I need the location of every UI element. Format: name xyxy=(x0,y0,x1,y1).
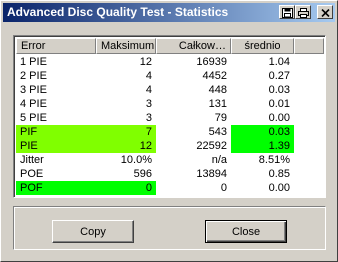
cell-average: 8.51% xyxy=(258,154,290,166)
cell-total: 22592 xyxy=(196,140,227,152)
column-header-error[interactable]: Error xyxy=(16,38,96,54)
cell-total: 4452 xyxy=(202,70,227,82)
column-header-total[interactable]: Całkow… xyxy=(156,38,231,54)
cell-total: 79 xyxy=(214,112,227,124)
cell-error: POF xyxy=(16,181,96,195)
table-row[interactable]: 4 PIE 3 131 0.01 xyxy=(16,97,324,111)
cell-maximum: 0 xyxy=(96,181,156,195)
cell-total: 16939 xyxy=(196,56,227,68)
close-icon xyxy=(320,8,330,17)
cell-total: 543 xyxy=(208,126,227,138)
cell-total: 448 xyxy=(208,84,227,96)
cell-maximum: 12 xyxy=(139,56,152,68)
table-row[interactable]: 1 PIE 12 16939 1.04 xyxy=(16,55,324,69)
close-dialog-button[interactable]: Close xyxy=(205,220,287,243)
cell-error: PIE xyxy=(16,139,96,153)
title-bar[interactable]: Advanced Disc Quality Test - Statistics xyxy=(3,3,335,22)
table-row[interactable]: POE 596 13894 0.85 xyxy=(16,167,324,181)
table-row[interactable]: PIE 12 22592 1.39 xyxy=(16,139,324,153)
cell-error: 5 PIE xyxy=(20,112,47,124)
cell-total: 0 xyxy=(220,182,227,194)
column-header-average[interactable]: średnio xyxy=(231,38,294,54)
table-body: 1 PIE 12 16939 1.04 2 PIE 4 4452 0.27 3 PIE 4 448 0… xyxy=(16,55,324,195)
save-icon-button[interactable] xyxy=(279,5,295,19)
cell-maximum: 4 xyxy=(145,70,152,82)
cell-maximum: 10.0% xyxy=(120,154,152,166)
cell-average: 0.85 xyxy=(268,168,290,180)
statistics-window: Advanced Disc Quality Test - Statistics … xyxy=(0,0,338,262)
cell-maximum: 596 xyxy=(133,168,152,180)
table-header: Error Maksimum Całkow… średnio xyxy=(16,38,324,54)
cell-error: Jitter xyxy=(20,154,44,166)
table-row[interactable]: POF 0 0 0.00 xyxy=(16,181,324,195)
cell-maximum: 3 xyxy=(145,98,152,110)
cell-error: 2 PIE xyxy=(20,70,47,82)
cell-maximum: 3 xyxy=(145,112,152,124)
table-row[interactable]: 5 PIE 3 79 0.00 xyxy=(16,111,324,125)
print-icon-button[interactable] xyxy=(295,5,311,19)
cell-average: 0.03 xyxy=(268,84,290,96)
cell-average: 1.39 xyxy=(231,139,294,153)
cell-total: 131 xyxy=(208,98,227,110)
table-row[interactable]: 2 PIE 4 4452 0.27 xyxy=(16,69,324,83)
cell-maximum: 7 xyxy=(96,125,156,139)
cell-average: 0.00 xyxy=(268,112,290,124)
cell-average: 0.27 xyxy=(268,70,290,82)
cell-error: PIF xyxy=(16,125,96,139)
cell-total: n/a xyxy=(211,154,227,166)
statistics-table: Error Maksimum Całkow… średnio 1 PIE 12 16… xyxy=(13,35,326,198)
floppy-disk-icon xyxy=(281,7,293,18)
window-title: Advanced Disc Quality Test - Statistics xyxy=(7,5,229,19)
column-header-maximum[interactable]: Maksimum xyxy=(96,38,156,54)
cell-error: 4 PIE xyxy=(20,98,47,110)
cell-maximum: 4 xyxy=(145,84,152,96)
cell-average: 1.04 xyxy=(268,56,290,68)
cell-maximum: 12 xyxy=(96,139,156,153)
column-header-filler xyxy=(294,38,324,54)
copy-button[interactable]: Copy xyxy=(52,220,134,243)
cell-average: 0.01 xyxy=(268,98,290,110)
cell-average: 0.03 xyxy=(231,125,294,139)
cell-error: 1 PIE xyxy=(20,56,47,68)
table-row[interactable]: PIF 7 543 0.03 xyxy=(16,125,324,139)
table-row[interactable]: Jitter 10.0% n/a 8.51% xyxy=(16,153,324,167)
close-button[interactable] xyxy=(317,5,333,19)
cell-error: POE xyxy=(20,168,44,180)
cell-total: 13894 xyxy=(196,168,227,180)
cell-error: 3 PIE xyxy=(20,84,47,96)
printer-icon xyxy=(297,7,309,18)
cell-average: 0.00 xyxy=(268,182,290,194)
table-row[interactable]: 3 PIE 4 448 0.03 xyxy=(16,83,324,97)
